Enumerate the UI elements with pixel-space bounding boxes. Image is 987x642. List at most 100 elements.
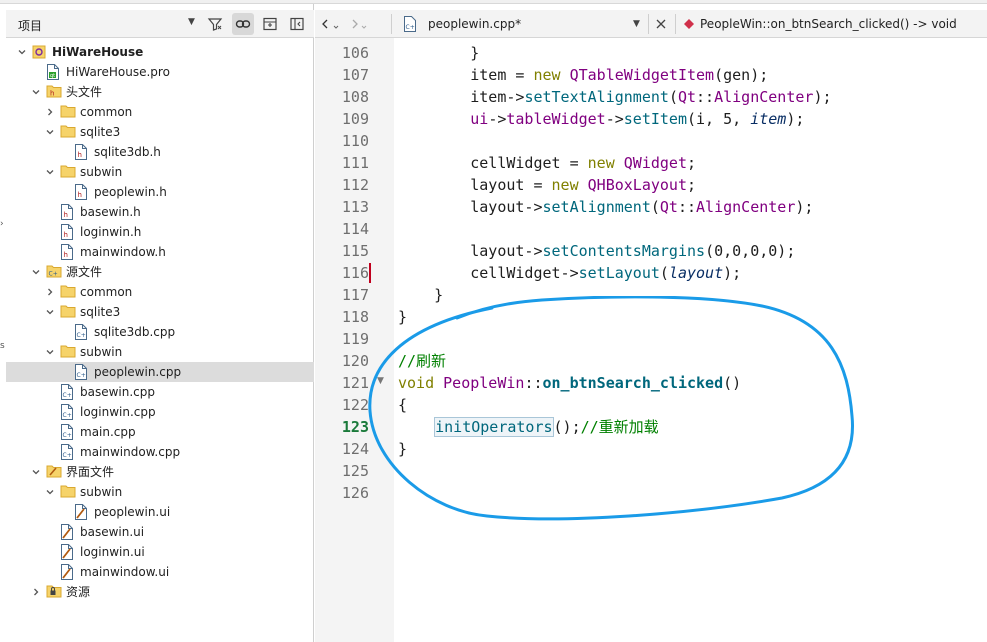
tree-item[interactable]: common: [6, 282, 314, 302]
code-token: ->: [605, 110, 624, 128]
document-selector[interactable]: peoplewin.cpp*: [428, 10, 521, 38]
tree-item[interactable]: C+ sqlite3db.cpp: [6, 322, 314, 342]
split-view-icon[interactable]: [259, 13, 281, 35]
close-icon[interactable]: [655, 10, 667, 38]
tree-item-label: 头文件: [66, 85, 103, 99]
code-line[interactable]: initOperators();//重新加载: [398, 416, 659, 438]
symbol-selector[interactable]: PeopleWin::on_btnSearch_clicked() -> voi…: [700, 10, 957, 38]
tree-item[interactable]: mainwindow.ui: [6, 562, 314, 582]
qt-project-icon: [32, 44, 46, 60]
code-token: QWidget: [623, 154, 687, 172]
chevron-down-icon[interactable]: [16, 46, 28, 58]
tree-item[interactable]: subwin: [6, 482, 314, 502]
tree-item[interactable]: basewin.ui: [6, 522, 314, 542]
code-line[interactable]: item->setTextAlignment(Qt::AlignCenter);: [398, 86, 831, 108]
code-line[interactable]: }: [398, 306, 407, 328]
tree-item[interactable]: sqlite3: [6, 122, 314, 142]
tree-item[interactable]: subwin: [6, 342, 314, 362]
tree-item[interactable]: C+ main.cpp: [6, 422, 314, 442]
tree-item[interactable]: peoplewin.ui: [6, 502, 314, 522]
svg-text:C+: C+: [77, 332, 86, 339]
chevron-right-icon[interactable]: [30, 586, 42, 598]
tree-item[interactable]: sqlite3: [6, 302, 314, 322]
chevron-down-icon[interactable]: [44, 306, 56, 318]
code-line[interactable]: layout->setContentsMargins(0,0,0,0);: [398, 240, 795, 262]
tree-item[interactable]: h sqlite3db.h: [6, 142, 314, 162]
tree-item[interactable]: C+ loginwin.cpp: [6, 402, 314, 422]
code-token: (i, 5,: [687, 110, 751, 128]
tree-item[interactable]: 界面文件: [6, 462, 314, 482]
code-token: ui: [470, 110, 489, 128]
tree-item[interactable]: h loginwin.h: [6, 222, 314, 242]
tree-item-label: loginwin.ui: [80, 545, 145, 559]
line-number: 107: [341, 66, 369, 84]
chevron-down-icon[interactable]: [30, 466, 42, 478]
chevron-down-icon[interactable]: ▼: [633, 10, 640, 38]
code-line[interactable]: item = new QTableWidgetItem(gen);: [398, 64, 768, 86]
close-sidebar-icon[interactable]: [286, 13, 308, 35]
tree-item[interactable]: C+ 源文件: [6, 262, 314, 282]
project-view-selector[interactable]: 项目: [18, 17, 42, 34]
collapse-handle-icon[interactable]: ›: [0, 220, 4, 229]
tree-item[interactable]: C+ mainwindow.cpp: [6, 442, 314, 462]
tree-item[interactable]: loginwin.ui: [6, 542, 314, 562]
code-token: ;: [687, 176, 697, 194]
ui-file-icon: [74, 504, 88, 520]
chevron-right-icon[interactable]: [44, 106, 56, 118]
code-line[interactable]: layout->setAlignment(Qt::AlignCenter);: [398, 196, 813, 218]
tree-item-label: loginwin.h: [80, 225, 142, 239]
code-line[interactable]: }: [398, 42, 479, 64]
code-token: QTableWidgetItem: [569, 66, 715, 84]
link-with-editor-icon[interactable]: [232, 13, 254, 35]
chevron-down-icon[interactable]: [44, 126, 56, 138]
chevron-down-icon[interactable]: ▼: [188, 17, 195, 27]
code-line[interactable]: }: [398, 438, 407, 460]
tree-item[interactable]: HiWareHouse: [6, 42, 314, 62]
tree-item[interactable]: common: [6, 102, 314, 122]
tree-item[interactable]: C+ peoplewin.cpp: [6, 362, 314, 382]
code-token: layout->: [398, 198, 543, 216]
filter-icon[interactable]: [204, 13, 226, 35]
tree-item[interactable]: C+ basewin.cpp: [6, 382, 314, 402]
back-icon[interactable]: [321, 10, 341, 38]
chevron-down-icon[interactable]: [44, 166, 56, 178]
line-number: 109: [341, 110, 369, 128]
tree-item[interactable]: qt HiWareHouse.pro: [6, 62, 314, 82]
chevron-down-icon[interactable]: [44, 486, 56, 498]
code-line[interactable]: cellWidget = new QWidget;: [398, 152, 696, 174]
code-line[interactable]: layout = new QHBoxLayout;: [398, 174, 696, 196]
chevron-right-icon[interactable]: [44, 286, 56, 298]
forward-icon[interactable]: [351, 10, 371, 38]
chevron-down-icon[interactable]: [44, 346, 56, 358]
code-line[interactable]: {: [398, 394, 407, 416]
code-line[interactable]: void PeopleWin::on_btnSearch_clicked(): [398, 372, 741, 394]
line-number: 123: [341, 418, 369, 436]
code-line[interactable]: }: [398, 284, 443, 306]
pro-file-icon: qt: [46, 64, 60, 80]
folder-icon: [60, 104, 76, 120]
code-token: }: [398, 308, 408, 326]
tree-item[interactable]: 资源: [6, 582, 314, 602]
cpp-file-icon: C+: [74, 364, 88, 380]
code-line[interactable]: cellWidget->setLayout(layout);: [398, 262, 741, 284]
tree-item-label: loginwin.cpp: [80, 405, 156, 419]
header-folder-icon: h: [46, 84, 62, 100]
folder-icon: [60, 304, 76, 320]
tree-item[interactable]: h basewin.h: [6, 202, 314, 222]
code-token: }: [398, 286, 444, 304]
chevron-down-icon[interactable]: [30, 86, 42, 98]
code-line[interactable]: //刷新: [398, 350, 446, 372]
code-line[interactable]: ui->tableWidget->setItem(i, 5, item);: [398, 108, 804, 130]
fold-marker-icon[interactable]: ▼: [377, 376, 384, 386]
tree-item-label: basewin.h: [80, 205, 141, 219]
tree-item[interactable]: h mainwindow.h: [6, 242, 314, 262]
code-token: cellWidget =: [398, 154, 588, 172]
chevron-down-icon[interactable]: [30, 266, 42, 278]
project-panel: 项目 ▼ HiWareHouse qt HiWareHouse.pro h 头文件 com…: [6, 4, 314, 642]
tree-item[interactable]: h 头文件: [6, 82, 314, 102]
tree-item[interactable]: h peoplewin.h: [6, 182, 314, 202]
tree-item[interactable]: subwin: [6, 162, 314, 182]
